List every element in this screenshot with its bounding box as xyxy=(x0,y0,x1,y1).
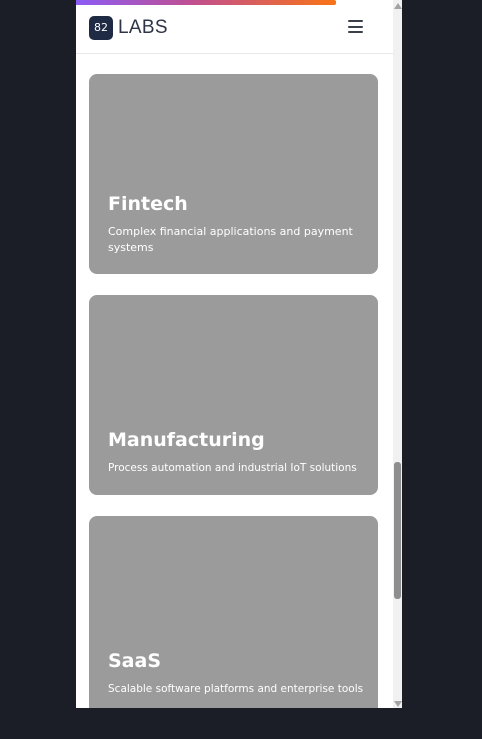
logo-badge: 82 xyxy=(89,16,113,40)
card-title: Manufacturing xyxy=(108,429,265,451)
scroll-up-arrow-icon[interactable] xyxy=(394,3,402,9)
page-viewport: 82 LABS Fintech Complex financial applic… xyxy=(76,0,393,708)
logo[interactable]: 82 LABS xyxy=(89,16,168,40)
logo-text: LABS xyxy=(118,17,168,38)
scrollbar-thumb[interactable] xyxy=(394,462,401,599)
scrollbar[interactable] xyxy=(393,0,402,708)
card-title: Fintech xyxy=(108,193,188,215)
industry-card-fintech[interactable]: Fintech Complex financial applications a… xyxy=(89,74,378,274)
site-header: 82 LABS xyxy=(76,5,393,54)
industry-card-saas[interactable]: SaaS Scalable software platforms and ent… xyxy=(89,516,378,708)
card-description: Complex financial applications and payme… xyxy=(108,225,353,254)
card-title: SaaS xyxy=(108,650,162,672)
hamburger-icon[interactable] xyxy=(348,20,363,33)
phone-frame: 82 LABS Fintech Complex financial applic… xyxy=(76,0,402,708)
scroll-down-arrow-icon[interactable] xyxy=(394,701,402,707)
industry-card-manufacturing[interactable]: Manufacturing Process automation and ind… xyxy=(89,295,378,495)
card-description: Process automation and industrial IoT so… xyxy=(108,462,357,474)
card-description: Scalable software platforms and enterpri… xyxy=(108,683,364,695)
